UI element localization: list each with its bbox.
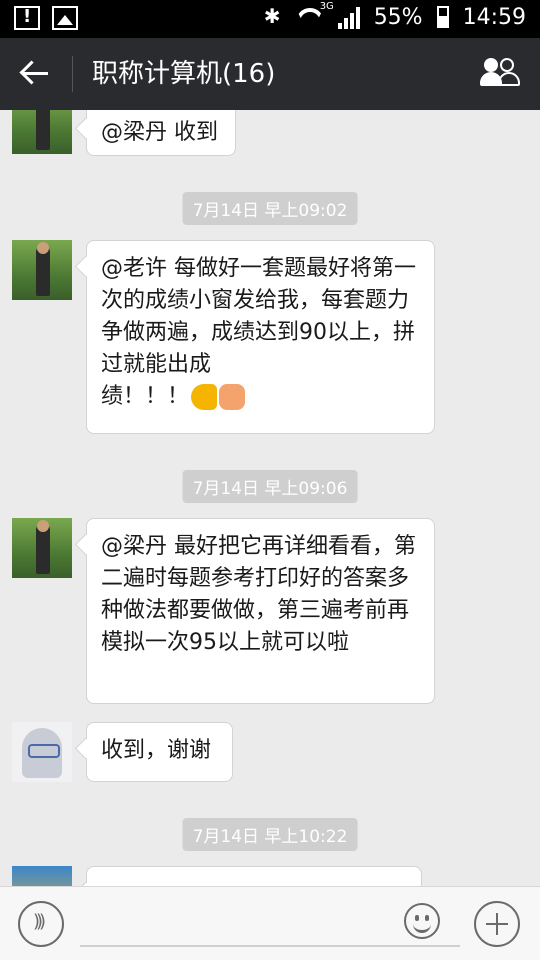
avatar[interactable] [12,518,72,578]
message-bubble[interactable]: @梁丹 收到 [86,110,236,156]
raised-fist-emoji [219,384,246,410]
message-bubble[interactable]: @老许 每做好一套题最好将第一次的成绩小窗发给我，每套题力争做两遍，成绩达到90… [86,240,435,434]
message-bubble[interactable] [86,866,422,886]
timestamp: 7月14日 早上10:22 [182,818,358,851]
battery-icon [436,6,449,28]
timestamp: 7月14日 早上09:02 [182,192,358,225]
status-bar: 3G 55% 14:59 [0,0,540,38]
battery-percent: 55% [373,4,423,30]
flexed-biceps-emoji [191,384,218,410]
message-bubble[interactable]: 收到，谢谢 [86,722,233,782]
message-text-continued: 绩！！！ [101,384,190,409]
image-icon [52,6,78,30]
input-bar [0,886,540,960]
signal-icon: 3G [320,1,360,29]
emoji-icon[interactable] [404,903,440,939]
warning-icon [14,6,40,30]
voice-icon[interactable] [18,901,64,947]
bluetooth-icon [264,4,282,30]
network-type: 3G [319,1,334,12]
message-text: 收到，谢谢 [101,738,212,763]
avatar[interactable] [12,240,72,300]
chat-header: 职称计算机(16) [0,38,540,110]
avatar[interactable] [12,866,72,886]
message-text: @老许 每做好一套题最好将第一次的成绩小窗发给我，每套题力争做两遍，成绩达到90… [101,256,416,377]
header-divider [72,56,73,92]
message-bubble[interactable]: @梁丹 最好把它再详细看看，第二遍时每题参考打印好的答案多种做法都要做做，第三遍… [86,518,435,704]
message-text: @梁丹 最好把它再详细看看，第二遍时每题参考打印好的答案多种做法都要做做，第三遍… [101,534,416,655]
message-list[interactable]: @梁丹 收到 7月14日 早上09:02 @老许 每做好一套题最好将第一次的成绩… [0,110,540,886]
message-text: @梁丹 收到 [101,120,218,145]
arrow-left-icon[interactable] [18,56,54,92]
message-input[interactable] [80,945,460,947]
chat-title: 职称计算机(16) [92,59,276,89]
group-icon[interactable] [480,58,520,90]
plus-icon[interactable] [474,901,520,947]
avatar[interactable] [12,110,72,154]
avatar[interactable] [12,722,72,782]
timestamp: 7月14日 早上09:06 [182,470,358,503]
clock: 14:59 [462,4,526,30]
